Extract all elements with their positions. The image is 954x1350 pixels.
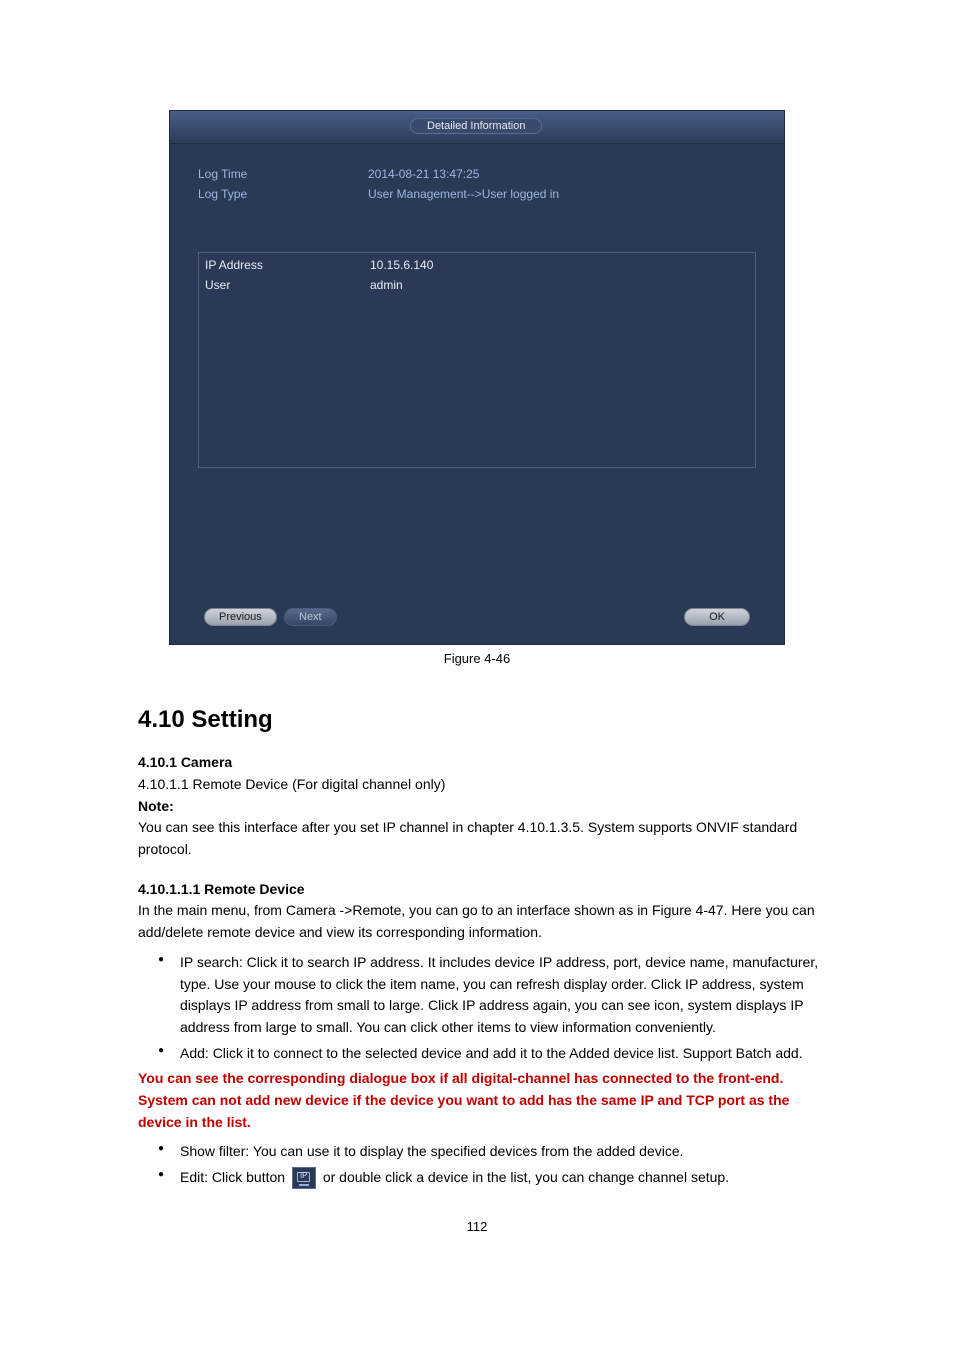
user-value: admin [370, 275, 403, 295]
camera-heading: 4.10.1 Camera [138, 754, 834, 770]
detailed-info-dialog: Detailed Information Log Time 2014-08-21… [169, 110, 785, 645]
log-time-label: Log Time [198, 164, 368, 184]
log-time-value: 2014-08-21 13:47:25 [368, 164, 479, 184]
ip-edit-icon [292, 1167, 316, 1189]
figure-caption: Figure 4-46 [60, 651, 894, 666]
bullet-edit-after: or double click a device in the list, yo… [323, 1169, 729, 1185]
bullet-ip-search: IP search: Click it to search IP address… [158, 952, 834, 1039]
detail-box: IP Address 10.15.6.140 User admin [198, 252, 756, 468]
remote-device-heading: 4.10.1.1.1 Remote Device [138, 879, 834, 901]
log-type-value: User Management-->User logged in [368, 184, 559, 204]
dialog-titlebar: Detailed Information [170, 111, 784, 144]
ip-value: 10.15.6.140 [370, 255, 433, 275]
note-body: You can see this interface after you set… [138, 817, 834, 860]
section-heading: 4.10 Setting [138, 706, 894, 734]
ip-label: IP Address [205, 255, 370, 275]
red-note-1: You can see the corresponding dialogue b… [138, 1068, 834, 1090]
bullet-add: Add: Click it to connect to the selected… [158, 1043, 834, 1065]
bullet-show-filter: Show filter: You can use it to display t… [158, 1141, 834, 1163]
next-button[interactable]: Next [284, 608, 337, 626]
bullet-edit: Edit: Click button or double click a dev… [158, 1167, 834, 1189]
search-lead: In the main menu, from Camera ->Remote, … [138, 900, 834, 943]
dialog-title: Detailed Information [410, 118, 542, 134]
ok-button[interactable]: OK [684, 608, 750, 626]
bullet-edit-before: Edit: Click button [180, 1169, 289, 1185]
page-number: 112 [60, 1219, 894, 1234]
note-title: Note: [138, 796, 834, 818]
red-note-2: System can not add new device if the dev… [138, 1090, 834, 1133]
log-type-label: Log Type [198, 184, 368, 204]
user-label: User [205, 275, 370, 295]
previous-button[interactable]: Previous [204, 608, 277, 626]
camera-subheading: 4.10.1.1 Remote Device (For digital chan… [138, 774, 834, 796]
